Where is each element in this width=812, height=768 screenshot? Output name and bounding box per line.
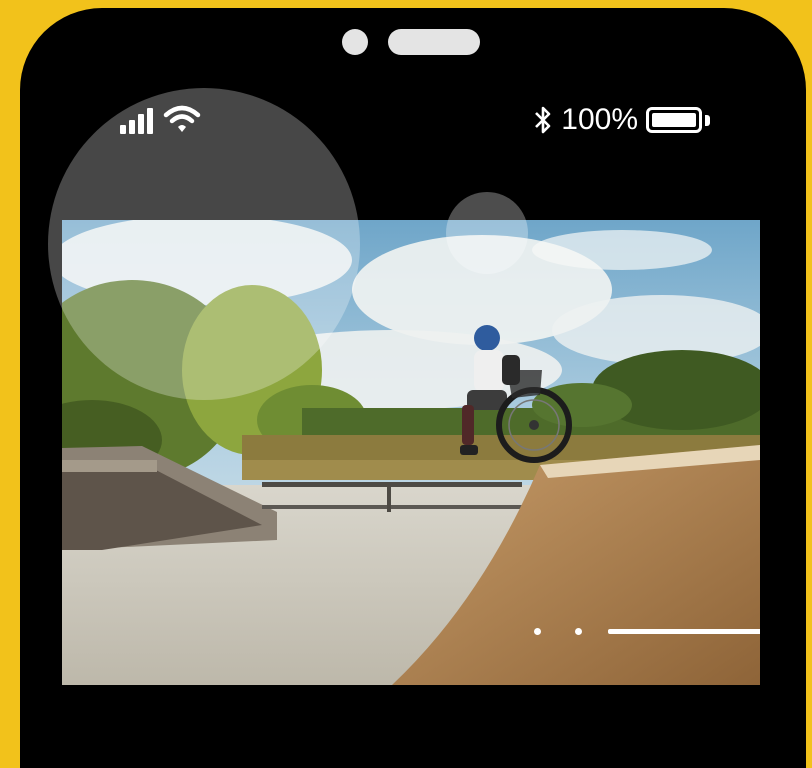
decorative-circle-small: [446, 192, 528, 274]
carousel-active-indicator[interactable]: [608, 629, 760, 634]
bluetooth-icon: [535, 106, 551, 134]
carousel-dot-2[interactable]: [575, 628, 582, 635]
phone-frame: 100%: [20, 8, 806, 768]
earpiece-speaker: [388, 29, 480, 55]
status-bar-right: 100%: [533, 102, 710, 138]
decorative-circle-large: [48, 88, 360, 400]
carousel-dot-1[interactable]: [534, 628, 541, 635]
battery-icon: [646, 107, 710, 133]
front-camera: [342, 29, 368, 55]
battery-percentage: 100%: [561, 103, 638, 136]
battery-fill: [652, 113, 696, 127]
carousel-indicators: [534, 628, 760, 635]
